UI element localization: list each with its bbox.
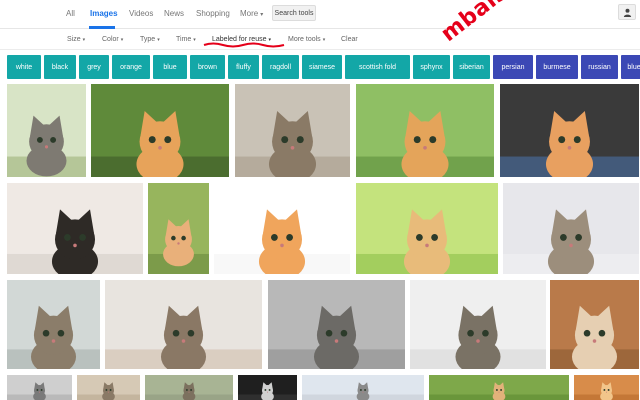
image-result-thumbnail[interactable] [7, 84, 86, 177]
image-result-thumbnail[interactable] [7, 183, 143, 274]
kitten-image [7, 183, 143, 274]
caret-down-icon: ▾ [260, 12, 264, 18]
image-result-thumbnail[interactable] [145, 375, 233, 400]
image-result-thumbnail[interactable] [500, 84, 639, 177]
annotation-underline [203, 42, 285, 48]
tab-more[interactable]: More ▾ [240, 9, 263, 18]
image-result-thumbnail[interactable] [302, 375, 424, 400]
color-filter-label: Color [102, 36, 119, 43]
chip-siamese[interactable]: siamese [302, 55, 342, 79]
search-tools-button[interactable]: Search tools [272, 5, 316, 21]
kitten-image [503, 183, 639, 274]
kitten-image [429, 375, 569, 400]
image-result-thumbnail[interactable] [214, 183, 350, 274]
chip-ragdoll[interactable]: ragdoll [262, 55, 299, 79]
chip-persian[interactable]: persian [493, 55, 533, 79]
chip-russian-blue[interactable]: blue [621, 55, 640, 79]
kitten-image [7, 375, 72, 400]
caret-down-icon: ▾ [322, 37, 326, 43]
caret-down-icon: ▾ [120, 37, 124, 43]
kitten-image [91, 84, 229, 177]
chip-black[interactable]: black [44, 55, 76, 79]
image-result-thumbnail[interactable] [574, 375, 639, 400]
kitten-image [77, 375, 140, 400]
kitten-image [7, 280, 100, 369]
more-tools-label: More tools [288, 36, 321, 43]
image-result-thumbnail[interactable] [268, 280, 405, 369]
more-tools-button[interactable]: More tools ▾ [288, 36, 325, 43]
chip-burmese[interactable]: burmese [536, 55, 578, 79]
chip-white[interactable]: white [7, 55, 41, 79]
search-tools-bar: Size ▾ Color ▾ Type ▾ Time ▾ Labeled for reu… [0, 30, 640, 50]
kitten-image [105, 280, 262, 369]
tab-images[interactable]: Images [90, 9, 118, 18]
caret-down-icon: ▾ [157, 37, 160, 43]
kitten-image [356, 183, 498, 274]
image-result-thumbnail[interactable] [356, 183, 498, 274]
kitten-image [235, 84, 350, 177]
image-result-thumbnail[interactable] [91, 84, 229, 177]
image-result-thumbnail[interactable] [148, 183, 209, 274]
chip-brown[interactable]: brown [190, 55, 225, 79]
chip-grey[interactable]: grey [79, 55, 109, 79]
chip-russian[interactable]: russian [581, 55, 618, 79]
image-result-thumbnail[interactable] [410, 280, 546, 369]
time-filter-label: Time [176, 36, 192, 43]
tab-videos[interactable]: Videos [129, 9, 153, 18]
kitten-image [268, 280, 405, 369]
image-result-thumbnail[interactable] [105, 280, 262, 369]
image-result-thumbnail[interactable] [7, 280, 100, 369]
top-navigation: All Images Videos News Shopping More ▾ Se… [0, 0, 640, 29]
kitten-image [145, 375, 233, 400]
account-button[interactable] [618, 4, 636, 20]
caret-down-icon: ▾ [82, 37, 86, 43]
chip-orange[interactable]: orange [112, 55, 150, 79]
kitten-image [500, 84, 639, 177]
active-tab-indicator [89, 26, 115, 29]
chip-fluffy[interactable]: fluffy [228, 55, 259, 79]
type-filter-label: Type [140, 36, 156, 43]
size-filter-label: Size [67, 36, 81, 43]
color-filter[interactable]: Color ▾ [102, 36, 123, 43]
kitten-image [214, 183, 350, 274]
kitten-image [302, 375, 424, 400]
image-result-thumbnail[interactable] [429, 375, 569, 400]
image-result-thumbnail[interactable] [77, 375, 140, 400]
image-result-thumbnail[interactable] [503, 183, 639, 274]
image-result-thumbnail[interactable] [235, 84, 350, 177]
image-result-thumbnail[interactable] [550, 280, 639, 369]
kitten-image [574, 375, 639, 400]
caret-down-icon: ▾ [193, 37, 196, 43]
kitten-image [238, 375, 297, 400]
tab-all[interactable]: All [66, 9, 75, 18]
tab-more-label: More [240, 9, 259, 18]
image-result-thumbnail[interactable] [238, 375, 297, 400]
image-result-thumbnail[interactable] [7, 375, 72, 400]
chip-sphynx[interactable]: sphynx [413, 55, 450, 79]
time-filter[interactable]: Time ▾ [176, 36, 196, 43]
related-search-chips: white black grey orange blue brown fluff… [7, 55, 640, 79]
kitten-image [148, 183, 209, 274]
person-icon [623, 8, 631, 17]
kitten-image [356, 84, 494, 177]
kitten-image [410, 280, 546, 369]
chip-blue[interactable]: blue [153, 55, 187, 79]
kitten-image [7, 84, 86, 177]
chip-scottish-fold[interactable]: scottish fold [345, 55, 410, 79]
chip-siberian[interactable]: siberian [453, 55, 490, 79]
type-filter[interactable]: Type ▾ [140, 36, 160, 43]
tab-shopping[interactable]: Shopping [196, 9, 230, 18]
tab-news[interactable]: News [164, 9, 184, 18]
size-filter[interactable]: Size ▾ [67, 36, 85, 43]
clear-button[interactable]: Clear [341, 36, 358, 43]
kitten-image [550, 280, 639, 369]
image-result-thumbnail[interactable] [356, 84, 494, 177]
